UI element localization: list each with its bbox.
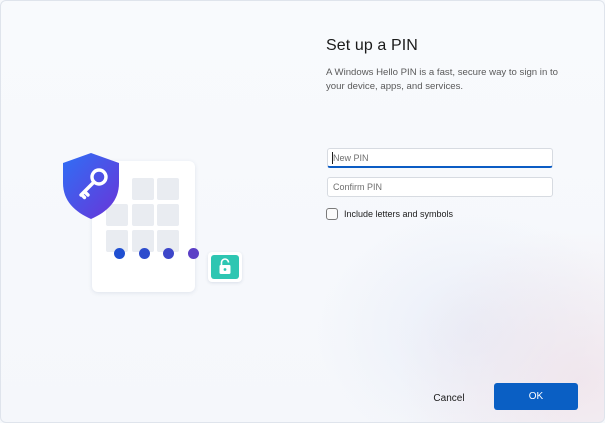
cancel-button[interactable]: Cancel [419,385,479,411]
include-letters-checkbox[interactable] [326,208,338,220]
pin-dot [114,248,125,259]
new-pin-input[interactable] [327,148,553,168]
page-description: A Windows Hello PIN is a fast, secure wa… [326,67,558,92]
keypad-key [132,204,154,226]
pin-dot [163,248,174,259]
text-caret [332,152,333,164]
keypad-key [132,178,154,200]
include-letters-label: Include letters and symbols [344,209,454,219]
setup-pin-dialog: Set up a PIN A Windows Hello PIN is a fa… [0,0,605,423]
unlock-tile [208,252,242,282]
ok-button[interactable]: OK [494,383,578,410]
pin-dots [78,248,208,264]
confirm-pin-input[interactable] [327,177,553,197]
page-title: Set up a PIN [326,37,418,54]
unlock-icon [211,255,239,279]
pin-dot [139,248,150,259]
keypad-key [157,204,179,226]
shield-key-icon [59,151,123,221]
keypad-key [157,178,179,200]
pin-dot [188,248,199,259]
pin-illustration [56,151,246,296]
